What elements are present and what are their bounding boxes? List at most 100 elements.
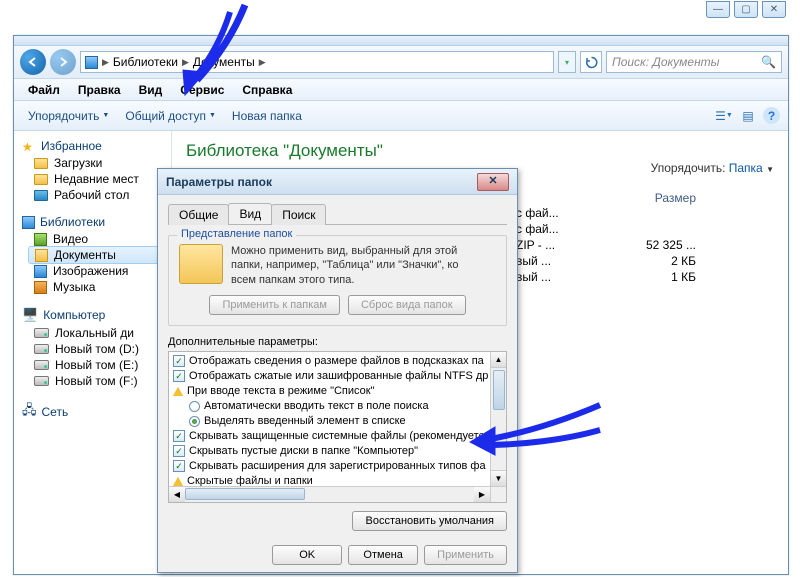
menu-view[interactable]: Вид: [131, 81, 171, 99]
close-button[interactable]: ✕: [762, 1, 786, 18]
menu-tools[interactable]: Сервис: [172, 81, 232, 99]
table-row[interactable]: вый ...1 КБ: [516, 269, 774, 285]
menu-edit[interactable]: Правка: [70, 81, 129, 99]
column-header-size[interactable]: Размер: [626, 191, 696, 205]
dialog-title: Параметры папок: [166, 175, 272, 189]
checkbox-icon[interactable]: ✓: [173, 370, 185, 382]
sidebar-item-desktop[interactable]: Рабочий стол: [14, 187, 171, 203]
chevron-down-icon: ▼: [102, 112, 109, 119]
folder-view-icon: [179, 244, 223, 284]
sidebar-item-recent[interactable]: Недавние мест: [14, 171, 171, 187]
vertical-scrollbar[interactable]: ▲ ▼: [490, 352, 506, 486]
preview-pane-button[interactable]: ▤: [739, 107, 757, 125]
table-row[interactable]: вый ...2 КБ: [516, 253, 774, 269]
addressbar-dropdown[interactable]: ▾: [558, 51, 576, 73]
scroll-right-button[interactable]: ▶: [474, 487, 490, 502]
minimize-button[interactable]: —: [706, 1, 730, 18]
advanced-setting-item[interactable]: ✓Скрывать защищенные системные файлы (ре…: [173, 429, 502, 444]
view-mode-button[interactable]: ☰ ▼: [715, 107, 733, 125]
folder-views-text: Можно применить вид, выбранный для этой …: [231, 244, 458, 287]
radio-icon[interactable]: [189, 416, 200, 427]
tab-search[interactable]: Поиск: [271, 204, 326, 225]
pictures-library-icon: [34, 265, 47, 278]
sidebar-item-drive-f[interactable]: Новый том (F:): [14, 373, 171, 389]
scroll-left-button[interactable]: ◀: [169, 487, 185, 502]
search-input[interactable]: Поиск: Документы 🔍: [606, 51, 782, 73]
advanced-setting-item[interactable]: ✓Скрывать расширения для зарегистрирован…: [173, 459, 502, 474]
table-row[interactable]: с фай...: [516, 221, 774, 237]
menubar: Файл Правка Вид Сервис Справка: [14, 79, 788, 101]
folder-icon: [34, 174, 48, 185]
network-header[interactable]: 🖧 Сеть: [14, 399, 171, 425]
sidebar-item-drive-e[interactable]: Новый том (E:): [14, 357, 171, 373]
horizontal-scrollbar[interactable]: ◀ ▶: [169, 486, 490, 502]
dialog-titlebar[interactable]: Параметры папок ✕: [158, 169, 517, 195]
checkbox-icon[interactable]: ✓: [173, 355, 185, 367]
checkbox-icon[interactable]: ✓: [173, 445, 185, 457]
tab-view[interactable]: Вид: [228, 203, 272, 224]
addressbar[interactable]: ▶ Библиотеки ▶ Документы ▶: [80, 51, 554, 73]
refresh-button[interactable]: [580, 51, 602, 73]
menu-file[interactable]: Файл: [20, 81, 68, 99]
maximize-button[interactable]: ▢: [734, 1, 758, 18]
arrow-right-icon: [57, 56, 69, 68]
chevron-right-icon: ▶: [182, 57, 189, 68]
help-button[interactable]: ?: [763, 107, 780, 124]
back-button[interactable]: [20, 49, 46, 75]
forward-button[interactable]: [50, 49, 76, 75]
folder-icon: [34, 158, 48, 169]
apply-to-folders-button[interactable]: Применить к папкам: [209, 295, 340, 315]
sidebar-item-documents[interactable]: Документы: [28, 246, 169, 264]
favorites-header[interactable]: ★ Избранное: [14, 137, 171, 155]
sidebar-item-local-disk[interactable]: Локальный ди: [14, 325, 171, 341]
dialog-close-button[interactable]: ✕: [477, 173, 509, 191]
new-folder-button[interactable]: Новая папка: [226, 106, 308, 126]
advanced-setting-item[interactable]: Выделять введенный элемент в списке: [173, 414, 502, 429]
share-button[interactable]: Общий доступ ▼: [119, 106, 222, 126]
sidebar-item-video[interactable]: Видео: [14, 231, 171, 247]
advanced-setting-item[interactable]: ✓Отображать сжатые или зашифрованные фай…: [173, 369, 502, 384]
folder-group-icon: [173, 477, 183, 486]
scroll-up-button[interactable]: ▲: [491, 352, 506, 368]
checkbox-icon[interactable]: ✓: [173, 460, 185, 472]
organize-button[interactable]: Упорядочить ▼: [22, 106, 115, 126]
advanced-setting-item[interactable]: ✓Отображать сведения о размере файлов в …: [173, 354, 502, 369]
breadcrumb-documents[interactable]: Документы: [193, 55, 255, 69]
ok-button[interactable]: OK: [272, 545, 342, 565]
arrow-left-icon: [27, 56, 39, 68]
breadcrumb-libraries[interactable]: Библиотеки: [113, 55, 178, 69]
computer-header[interactable]: 🖥️ Компьютер: [14, 305, 171, 325]
table-row[interactable]: ZIP - ...52 325 ...: [516, 237, 774, 253]
arrange-by[interactable]: Упорядочить: Папка ▼: [651, 161, 774, 175]
folder-group-icon: [173, 387, 183, 396]
checkbox-icon[interactable]: ✓: [173, 430, 185, 442]
advanced-setting-item[interactable]: Автоматически вводить текст в поле поиск…: [173, 399, 502, 414]
advanced-setting-item[interactable]: ✓Скрывать пустые диски в папке "Компьюте…: [173, 444, 502, 459]
sidebar-item-pictures[interactable]: Изображения: [14, 263, 171, 279]
addressbar-row: ▶ Библиотеки ▶ Документы ▶ ▾ Поиск: Доку…: [14, 46, 788, 79]
cancel-button[interactable]: Отмена: [348, 545, 418, 565]
table-row[interactable]: с фай...: [516, 205, 774, 221]
search-placeholder: Поиск: Документы: [612, 55, 720, 69]
sidebar-item-drive-d[interactable]: Новый том (D:): [14, 341, 171, 357]
radio-icon[interactable]: [189, 401, 200, 412]
network-icon: 🖧: [22, 401, 37, 423]
apply-button[interactable]: Применить: [424, 545, 507, 565]
star-icon: ★: [22, 140, 36, 152]
folder-views-group: Представление папок Можно применить вид,…: [168, 235, 507, 326]
scroll-thumb[interactable]: [493, 370, 505, 410]
sidebar-item-downloads[interactable]: Загрузки: [14, 155, 171, 171]
reset-folders-button[interactable]: Сброс вида папок: [348, 295, 466, 315]
scroll-down-button[interactable]: ▼: [491, 470, 506, 486]
hscroll-thumb[interactable]: [185, 488, 305, 500]
advanced-setting-item: При вводе текста в режиме "Список": [173, 384, 502, 399]
library-title: Библиотека "Документы": [186, 141, 774, 161]
sidebar-item-music[interactable]: Музыка: [14, 279, 171, 295]
computer-icon: 🖥️: [22, 307, 38, 323]
tab-general[interactable]: Общие: [168, 204, 229, 225]
advanced-settings-list: ✓Отображать сведения о размере файлов в …: [168, 351, 507, 503]
menu-help[interactable]: Справка: [234, 81, 300, 99]
drive-icon: [34, 328, 49, 338]
libraries-header[interactable]: Библиотеки: [14, 213, 171, 231]
restore-defaults-button[interactable]: Восстановить умолчания: [352, 511, 507, 531]
